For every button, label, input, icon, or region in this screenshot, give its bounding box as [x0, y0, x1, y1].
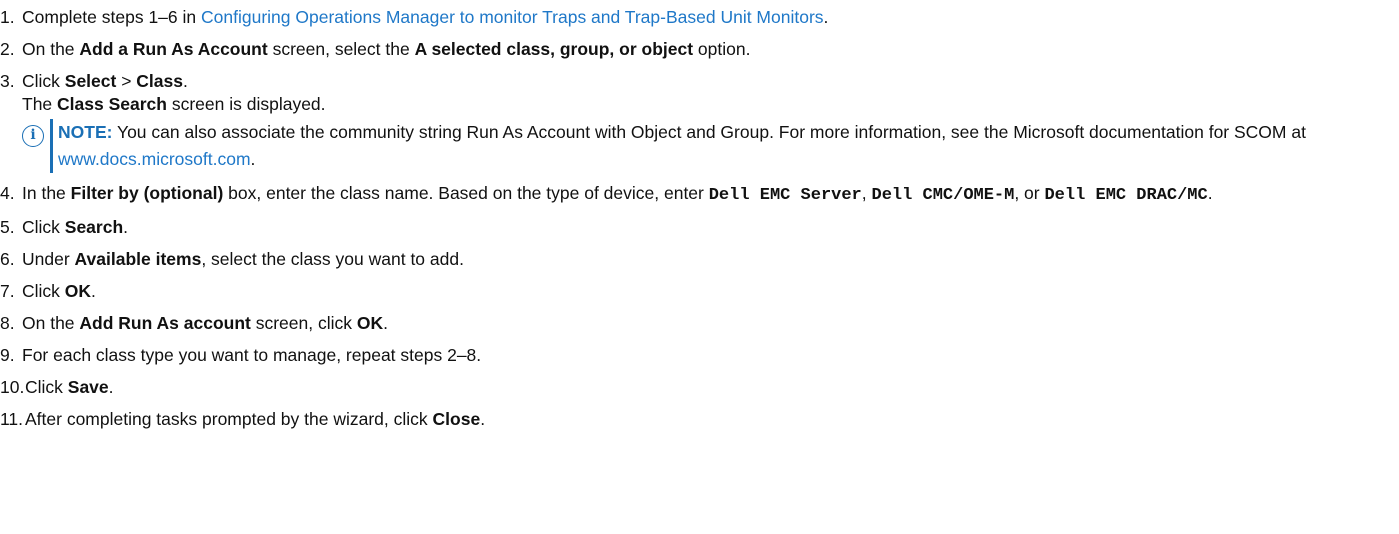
ui-term: Available items: [74, 249, 202, 269]
ui-term: Class Search: [57, 94, 167, 114]
step-text: Click: [22, 217, 65, 237]
ui-term: OK: [64, 281, 92, 301]
step-text: Click: [22, 71, 65, 91]
step-number: 8.: [0, 313, 15, 333]
step-number: 7.: [0, 281, 15, 301]
step-number: 10.: [0, 377, 25, 397]
ui-term: A selected class, group, or object: [414, 39, 694, 59]
note-body: NOTE: You can also associate the communi…: [50, 119, 1395, 173]
step-text: box, enter the class name. Based on the …: [223, 183, 709, 203]
step-text: .: [480, 409, 486, 429]
step-5: 5. Click Search.: [0, 216, 1395, 239]
ui-term: Add Run As account: [79, 313, 251, 333]
step-number: 6.: [0, 249, 15, 269]
step-text: .: [1207, 183, 1213, 203]
step-number: 1.: [0, 7, 15, 27]
class-name-code: Dell EMC DRAC/MC: [1044, 186, 1208, 205]
ui-term: Select: [64, 71, 117, 91]
step-10: 10. Click Save.: [0, 376, 1395, 399]
step-11: 11. After completing tasks prompted by t…: [0, 408, 1395, 431]
procedure-steps: 1. Complete steps 1–6 in Configuring Ope…: [0, 6, 1395, 440]
ui-term: OK: [356, 313, 384, 333]
step-number: 4.: [0, 183, 15, 203]
step-2: 2. On the Add a Run As Account screen, s…: [0, 38, 1395, 61]
step-text: screen, select the: [267, 39, 415, 59]
step-number: 3.: [0, 71, 15, 91]
step-number: 11.: [0, 409, 24, 429]
step-text: .: [108, 377, 114, 397]
step-text: After completing tasks prompted by the w…: [25, 409, 433, 429]
step-text: Click: [25, 377, 68, 397]
step-text: On the: [22, 39, 80, 59]
step-number: 9.: [0, 345, 15, 365]
step-text: Under: [22, 249, 75, 269]
step-text: , select the class you want to add.: [201, 249, 464, 269]
step-text: .: [91, 281, 96, 301]
note-text: .: [250, 149, 256, 169]
step-number: 5.: [0, 217, 15, 237]
info-icon: i: [22, 125, 44, 147]
ui-term: Filter by (optional): [70, 183, 224, 203]
class-name-code: Dell EMC Server: [708, 186, 862, 205]
step-text: ,: [861, 183, 872, 203]
step-6: 6. Under Available items, select the cla…: [0, 248, 1395, 271]
step-text: .: [183, 71, 188, 91]
step-9: 9. For each class type you want to manag…: [0, 344, 1395, 367]
ui-term: Class: [136, 71, 183, 91]
step-text: screen is displayed.: [166, 94, 326, 114]
step-text: option.: [693, 39, 751, 59]
ui-term: Add a Run As Account: [79, 39, 268, 59]
microsoft-docs-link[interactable]: www.docs.microsoft.com: [58, 149, 251, 169]
step-text: Click: [22, 281, 65, 301]
step-1: 1. Complete steps 1–6 in Configuring Ope…: [0, 6, 1395, 29]
step-text: Complete steps 1–6 in: [22, 7, 201, 27]
step-text: >: [116, 71, 137, 91]
note-text: You can also associate the community str…: [112, 122, 1306, 142]
class-name-code: Dell CMC/OME-M: [871, 186, 1015, 205]
ui-term: Search: [64, 217, 124, 237]
configuring-operations-manager-link[interactable]: Configuring Operations Manager to monito…: [201, 7, 824, 27]
note-callout: i NOTE: You can also associate the commu…: [22, 119, 1395, 173]
step-text: In the: [22, 183, 71, 203]
step-text: On the: [22, 313, 80, 333]
step-text: For each class type you want to manage, …: [22, 345, 482, 365]
step-4: 4. In the Filter by (optional) box, ente…: [0, 182, 1395, 207]
step-result: The Class Search screen is displayed.: [22, 93, 1395, 116]
step-text: screen, click: [250, 313, 357, 333]
step-number: 2.: [0, 39, 15, 59]
step-3: 3. Click Select > Class. The Class Searc…: [0, 70, 1395, 173]
step-text: .: [123, 217, 129, 237]
step-7: 7. Click OK.: [0, 280, 1395, 303]
ui-term: Close: [432, 409, 481, 429]
step-text: The: [22, 94, 58, 114]
step-text: .: [383, 313, 388, 333]
note-label: NOTE:: [58, 122, 113, 142]
step-8: 8. On the Add Run As account screen, cli…: [0, 312, 1395, 335]
document-page: 1. Complete steps 1–6 in Configuring Ope…: [0, 0, 1399, 534]
step-text: , or: [1014, 183, 1045, 203]
step-text: .: [823, 7, 829, 27]
ui-term: Save: [67, 377, 109, 397]
